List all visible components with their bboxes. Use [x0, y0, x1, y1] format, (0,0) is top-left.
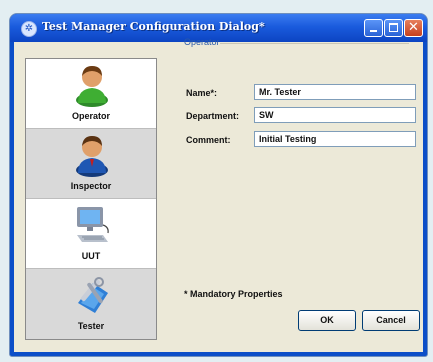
window-title: Test Manager Configuration Dialog* [42, 20, 265, 33]
sidebar-item-operator[interactable]: Operator [26, 59, 156, 129]
department-label: Department: [186, 111, 240, 121]
close-button[interactable]: ✕ [404, 19, 423, 37]
minimize-icon [370, 30, 377, 32]
cancel-button[interactable]: Cancel [362, 310, 420, 331]
mandatory-note: * Mandatory Properties [184, 289, 283, 299]
group-title-operator: Operator [184, 37, 220, 47]
operator-person-icon [76, 66, 108, 107]
dialog-window: ✲ Test Manager Configuration Dialog* ✕ O… [9, 13, 428, 357]
sidebar-item-label: UUT [81, 251, 101, 261]
minimize-button[interactable] [364, 19, 383, 37]
computer-icon [77, 207, 109, 242]
maximize-button[interactable] [384, 19, 403, 37]
group-divider [220, 43, 409, 44]
name-label: Name*: [186, 88, 218, 98]
inspector-person-icon [76, 136, 108, 177]
comment-field[interactable]: Initial Testing [254, 131, 416, 147]
close-icon: ✕ [408, 20, 419, 35]
sidebar-item-label: Operator [71, 111, 110, 121]
comment-label: Comment: [186, 135, 231, 145]
tester-tools-icon [78, 277, 108, 313]
sidebar-item-inspector[interactable]: Inspector [26, 129, 156, 199]
category-sidebar: Operator Inspector UUT Tester [25, 58, 157, 340]
sidebar-item-tester[interactable]: Tester [26, 269, 156, 339]
ok-button[interactable]: OK [298, 310, 356, 331]
sidebar-item-label: Tester [77, 321, 105, 331]
sidebar-item-label: Inspector [70, 181, 112, 191]
sidebar-item-uut[interactable]: UUT [26, 199, 156, 269]
gear-icon: ✲ [21, 21, 37, 37]
department-field[interactable]: SW [254, 107, 416, 123]
name-field[interactable]: Mr. Tester [254, 84, 416, 100]
maximize-icon [389, 23, 398, 32]
